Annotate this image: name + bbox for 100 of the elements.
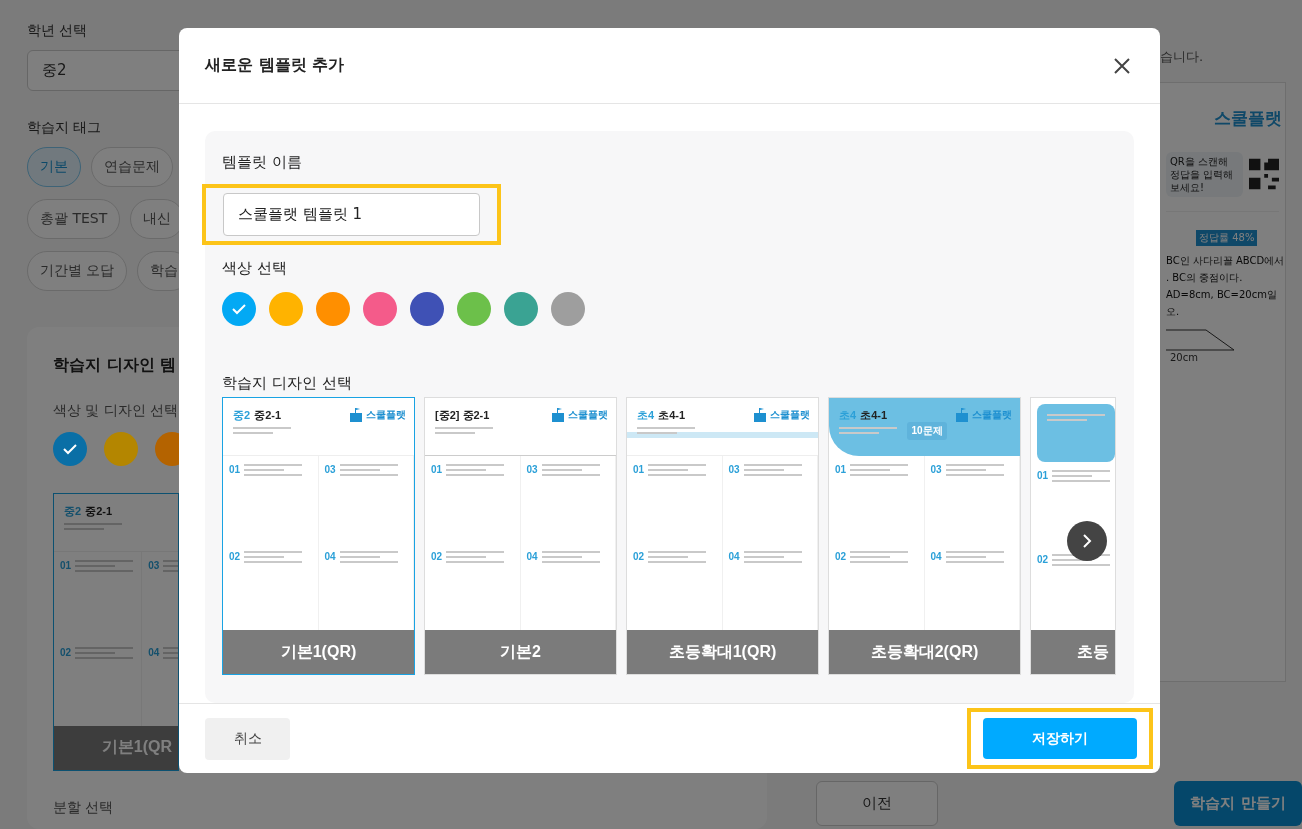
worksheet-logo: 스쿨플랫: [955, 408, 1012, 422]
design-caption: 초등: [1031, 630, 1115, 674]
design-card[interactable]: 01 02 초등: [1030, 397, 1116, 675]
question-count-badge: 10문제: [907, 422, 947, 440]
color-swatch[interactable]: [551, 292, 585, 326]
qr-code-icon: [1248, 158, 1279, 191]
answer-rate-badge: 정답률 48%: [1196, 229, 1258, 246]
color-swatch[interactable]: [457, 292, 491, 326]
design-card[interactable]: 초4 초4-1 스쿨플랫 01 02 03 04 초등확대1(QR): [626, 397, 819, 675]
question-text-drawing: [244, 464, 305, 479]
qr-note: QR을 스캔해 정답을 입력해 보세요!: [1166, 151, 1243, 197]
question-number: 01: [1037, 470, 1049, 481]
question-number: 03: [324, 464, 336, 475]
flag-building-icon: [753, 408, 767, 422]
problem-text: AD=8cm, BC=20cm일: [1166, 287, 1278, 302]
question-text-drawing: [75, 646, 136, 662]
tag-chip[interactable]: 총괄 TEST: [27, 198, 121, 239]
section-label: 학습지 태그: [27, 118, 102, 137]
previous-button[interactable]: 이전: [816, 781, 938, 826]
figure-label: 20cm: [1170, 351, 1198, 363]
design-caption: 기본1(QR): [223, 630, 414, 674]
template-name-input[interactable]: 스쿨플랫 템플릿 1: [223, 193, 480, 236]
color-swatch[interactable]: [410, 292, 444, 326]
design-card[interactable]: [중2] 중2-1 스쿨플랫 01 02 03 04 기본2: [424, 397, 617, 675]
question-number: 04: [324, 551, 336, 562]
question-number: 01: [835, 464, 847, 475]
field-label: 템플릿 이름: [222, 153, 303, 172]
question-text-drawing: [64, 522, 124, 533]
trapezoid-drawing: [1166, 327, 1236, 352]
color-swatch[interactable]: [316, 292, 350, 326]
question-text-drawing: [945, 551, 1006, 566]
question-text-drawing: [1052, 470, 1113, 485]
chevron-right-icon: [1082, 533, 1092, 549]
question-text-drawing: [435, 427, 495, 437]
question-text-drawing: [850, 464, 911, 479]
save-button[interactable]: 저장하기: [983, 718, 1137, 759]
flag-building-icon: [551, 408, 565, 422]
color-swatch[interactable]: [269, 292, 303, 326]
section-label: 분할 선택: [53, 798, 114, 817]
question-text-drawing: [541, 464, 602, 479]
question-text-drawing: [839, 427, 899, 437]
worksheet-title: [중2] 중2-1: [435, 408, 491, 423]
question-number: 02: [60, 646, 72, 658]
question-number: 01: [229, 464, 241, 475]
question-number: 04: [148, 646, 160, 658]
question-number: 03: [526, 464, 538, 475]
flag-building-icon: [955, 408, 969, 422]
question-text-drawing: [75, 559, 136, 575]
question-number: 02: [431, 551, 443, 562]
worksheet-title: 초4 초4-1: [637, 408, 687, 423]
worksheet-logo: 스쿨플랫: [551, 408, 608, 422]
question-text-drawing: [339, 551, 400, 566]
problem-text: . BC의 중점이다.: [1166, 270, 1244, 285]
tag-chip[interactable]: 기간별 오답: [27, 250, 128, 291]
color-swatch[interactable]: [363, 292, 397, 326]
question-text-drawing: [1047, 414, 1107, 424]
question-text-drawing: [233, 427, 293, 437]
question-number: 03: [728, 464, 740, 475]
question-number: 04: [930, 551, 942, 562]
question-text-drawing: [339, 464, 400, 479]
question-number: 02: [835, 551, 847, 562]
section-label: 학년 선택: [27, 22, 88, 40]
color-swatch[interactable]: [504, 292, 538, 326]
design-caption: 기본1(QR: [54, 725, 178, 770]
question-number: 02: [229, 551, 241, 562]
check-icon: [231, 303, 247, 315]
tag-chip[interactable]: 연습문제: [91, 146, 173, 187]
worksheet-title: 초4 초4-1: [839, 408, 889, 423]
question-text-drawing: [446, 551, 507, 566]
worksheet-title: 중2 중2-1: [233, 408, 283, 423]
design-card[interactable]: 중2 중2-1 01 02 03 04 기본1(QR: [53, 492, 179, 771]
question-number: 04: [526, 551, 538, 562]
question-text-drawing: [850, 551, 911, 566]
color-swatch[interactable]: [53, 431, 87, 466]
question-text-drawing: [244, 551, 305, 566]
section-label: 색상 및 디자인 선택: [53, 401, 179, 420]
question-number: 01: [633, 464, 645, 475]
field-label: 색상 선택: [222, 259, 288, 278]
section-title: 학습지 디자인 템: [53, 354, 177, 376]
design-caption: 초등확대2(QR): [829, 630, 1020, 674]
question-number: 02: [633, 551, 645, 562]
color-swatch[interactable]: [222, 292, 256, 326]
notice-text: 습니다.: [1160, 48, 1205, 66]
question-text-drawing: [446, 464, 507, 479]
design-card[interactable]: 중2 중2-1 스쿨플랫 01 02 03 04 기본1(QR): [222, 397, 415, 675]
question-text-drawing: [637, 427, 697, 437]
problem-text: 오.: [1166, 304, 1181, 319]
color-swatch[interactable]: [104, 431, 138, 466]
worksheet-title: 중2 중2-1: [64, 503, 114, 519]
question-text-drawing: [945, 464, 1006, 479]
question-number: 03: [930, 464, 942, 475]
cancel-button[interactable]: 취소: [205, 717, 290, 760]
worksheet-logo: 스쿨플랫: [349, 408, 406, 422]
design-card[interactable]: 초4 초4-1 10문제 스쿨플랫 01 02 03 04 초등확대2(QR): [828, 397, 1021, 675]
question-number: 03: [148, 559, 160, 571]
question-number: 04: [728, 551, 740, 562]
create-worksheet-button[interactable]: 학습지 만들기: [1174, 781, 1302, 826]
question-text-drawing: [541, 551, 602, 566]
question-text-drawing: [743, 464, 804, 479]
worksheet-logo: 스쿨플랫: [753, 408, 810, 422]
